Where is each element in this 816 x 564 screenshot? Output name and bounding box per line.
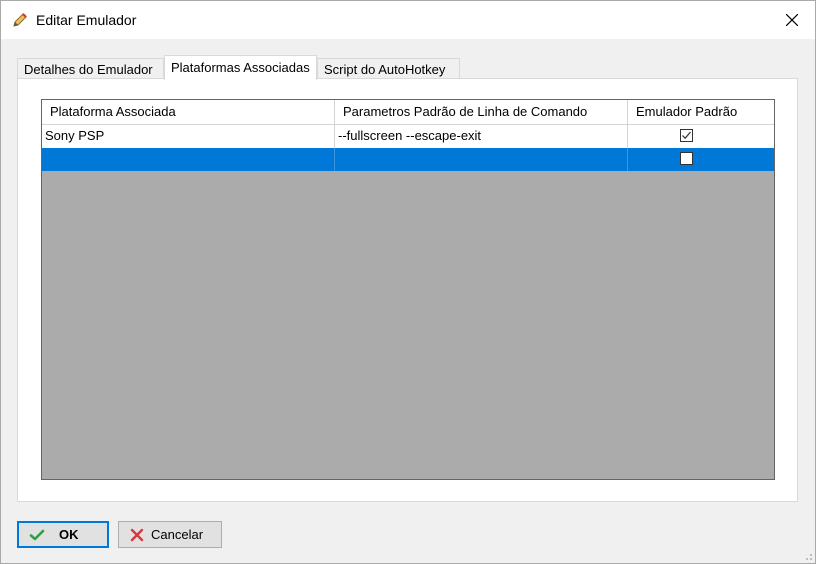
platforms-grid[interactable]: Plataforma Associada Parametros Padrão d… <box>41 99 775 480</box>
resize-grip-icon[interactable] <box>801 549 813 561</box>
checkmark-icon <box>29 529 45 540</box>
default-cell[interactable] <box>628 125 774 148</box>
tab-autohotkey-script[interactable]: Script do AutoHotkey <box>317 58 460 79</box>
tab-emulator-details[interactable]: Detalhes do Emulador <box>17 58 164 79</box>
checkmark-icon <box>682 131 691 140</box>
params-cell[interactable] <box>335 148 628 171</box>
tab-associated-platforms[interactable]: Plataformas Associadas <box>164 55 317 80</box>
default-emulator-checkbox[interactable] <box>680 129 693 142</box>
default-cell[interactable] <box>628 148 774 171</box>
ok-button[interactable]: OK <box>17 521 109 548</box>
close-icon <box>786 14 798 26</box>
cancel-x-icon <box>130 528 144 541</box>
platform-cell[interactable] <box>42 148 335 171</box>
window-title: Editar Emulador <box>36 12 137 28</box>
tab-panel: Plataforma Associada Parametros Padrão d… <box>17 78 798 502</box>
grid-header: Plataforma Associada Parametros Padrão d… <box>42 100 774 125</box>
table-row-new[interactable] <box>42 148 774 171</box>
params-cell[interactable]: --fullscreen --escape-exit <box>335 125 628 148</box>
pencil-icon <box>13 13 27 27</box>
column-header-default[interactable]: Emulador Padrão <box>628 100 774 124</box>
platform-cell[interactable]: Sony PSP <box>42 125 335 148</box>
close-button[interactable] <box>769 1 815 39</box>
default-emulator-checkbox[interactable] <box>680 152 693 165</box>
ok-label: OK <box>59 527 79 542</box>
title-bar: Editar Emulador <box>1 1 815 39</box>
column-header-params[interactable]: Parametros Padrão de Linha de Comando <box>335 100 628 124</box>
column-header-platform[interactable]: Plataforma Associada <box>42 100 335 124</box>
cancel-label: Cancelar <box>151 527 204 542</box>
cancel-button[interactable]: Cancelar <box>118 521 222 548</box>
table-row[interactable]: Sony PSP --fullscreen --escape-exit <box>42 125 774 148</box>
edit-emulator-dialog: Editar Emulador Detalhes do Emulador Pla… <box>0 0 816 564</box>
